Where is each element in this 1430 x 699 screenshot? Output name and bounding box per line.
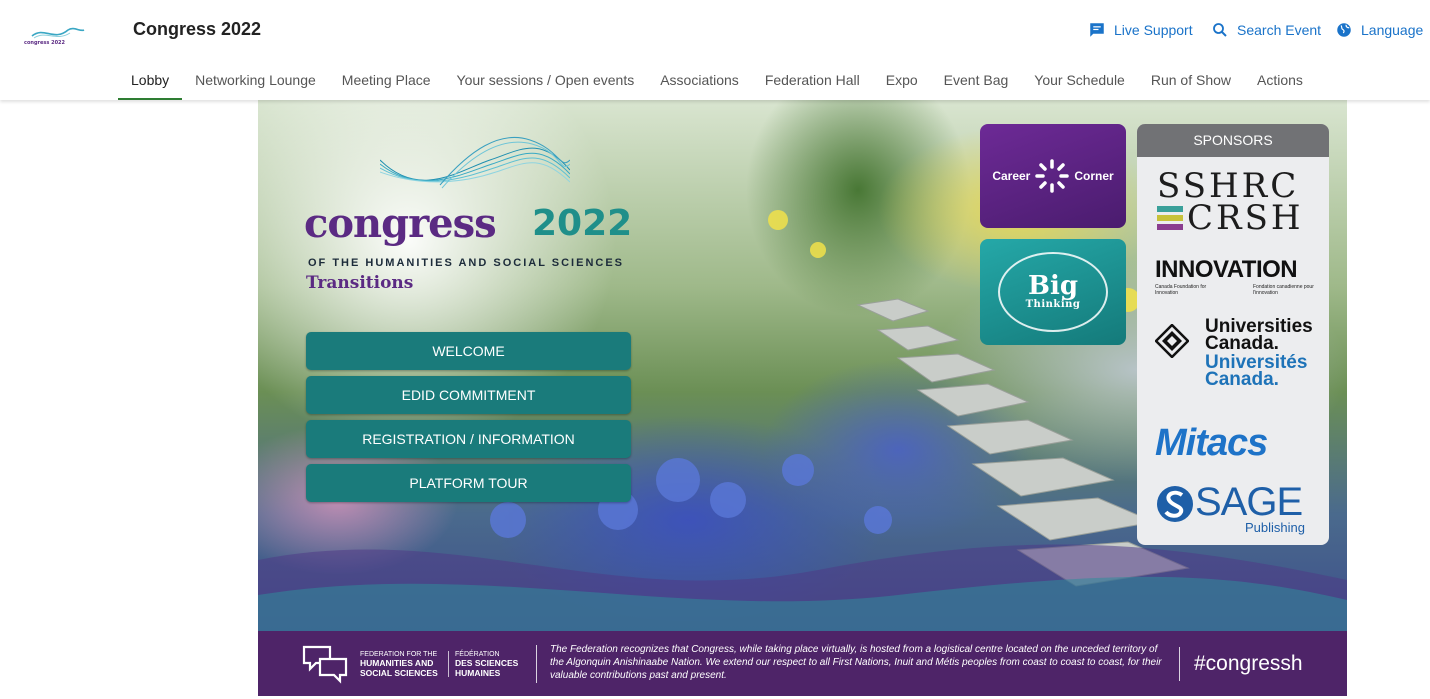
tab-run-of-show[interactable]: Run of Show (1138, 62, 1244, 100)
tab-your-sessions[interactable]: Your sessions / Open events (444, 62, 648, 100)
univ-fr-line2: Canada. (1205, 369, 1279, 390)
chat-icon (1090, 23, 1104, 37)
innovation-wordmark: INNOVATION (1155, 256, 1298, 283)
crsh-text: CRSH (1187, 198, 1304, 238)
tab-networking-lounge[interactable]: Networking Lounge (182, 62, 329, 100)
top-header: congress 2022 Congress 2022 Live Support… (0, 0, 1430, 100)
search-event-label: Search Event (1237, 22, 1322, 38)
federation-name-fr: FÉDÉRATION DES SCIENCES HUMAINES (455, 650, 518, 679)
logo-congress-word: congress (304, 200, 497, 247)
tab-associations[interactable]: Associations (647, 62, 752, 100)
fed-en-line1: FEDERATION FOR THE (360, 651, 438, 658)
sage-wordmark: SAGE (1195, 480, 1303, 524)
sponsor-mitacs[interactable]: Mitacs (1137, 408, 1329, 472)
tab-event-bag[interactable]: Event Bag (931, 62, 1022, 100)
land-acknowledgement: The Federation recognizes that Congress,… (550, 644, 1162, 681)
logo-mini-text: congress 2022 (24, 40, 66, 46)
tab-actions[interactable]: Actions (1244, 62, 1316, 100)
congress-logo-icon[interactable]: congress 2022 (22, 24, 92, 50)
corner-label: Corner (1074, 169, 1114, 183)
search-event-button[interactable]: Search Event (1211, 20, 1321, 40)
edid-commitment-button[interactable]: EDID COMMITMENT (306, 376, 631, 414)
tab-lobby[interactable]: Lobby (118, 62, 183, 100)
tab-your-schedule[interactable]: Your Schedule (1021, 62, 1138, 100)
logo-subtitle: OF THE HUMANITIES AND SOCIAL SCIENCES (308, 257, 625, 269)
tab-federation-hall[interactable]: Federation Hall (752, 62, 873, 100)
fed-fr-line1: FÉDÉRATION (455, 651, 500, 658)
sponsors-title: SPONSORS (1137, 124, 1329, 157)
sage-s-icon (1157, 486, 1193, 522)
sponsor-innovation[interactable]: INNOVATION Canada Foundation for Innovat… (1137, 256, 1329, 298)
career-star-icon (1035, 159, 1070, 193)
divider (536, 645, 537, 683)
federation-banner: FEDERATION FOR THE HUMANITIES AND SOCIAL… (258, 631, 1347, 696)
innovation-subtext: Canada Foundation for Innovation Fondati… (1155, 284, 1315, 296)
fed-en-line2: HUMANITIES AND (360, 658, 434, 668)
divider (448, 651, 449, 677)
sponsor-sshrc[interactable]: SSHRC CRSH (1137, 166, 1329, 238)
career-label: Career (992, 169, 1031, 183)
registration-information-button[interactable]: REGISTRATION / INFORMATION (306, 420, 631, 458)
federation-chat-icon (302, 645, 348, 684)
big-thinking-logo: Big Thinking (1026, 273, 1081, 311)
sponsor-sage[interactable]: SAGE Publishing (1137, 480, 1329, 540)
sage-publishing: Publishing (1245, 520, 1305, 535)
logo-year: 2022 (532, 203, 633, 244)
main-nav: Lobby Networking Lounge Meeting Place Yo… (118, 62, 1316, 100)
mitacs-wordmark: Mitacs (1155, 422, 1268, 464)
search-icon (1213, 23, 1227, 37)
univ-en-line2: Canada. (1205, 333, 1279, 354)
live-support-button[interactable]: Live Support (1088, 20, 1193, 40)
language-button[interactable]: Language (1335, 20, 1423, 40)
tab-meeting-place[interactable]: Meeting Place (329, 62, 444, 100)
fed-en-line3: SOCIAL SCIENCES (360, 668, 438, 678)
fed-fr-line3: HUMAINES (455, 668, 501, 678)
career-corner-tile[interactable]: Career Corner (980, 124, 1126, 228)
tab-expo[interactable]: Expo (873, 62, 931, 100)
innovation-en: Canada Foundation for Innovation (1155, 284, 1207, 296)
welcome-button[interactable]: WELCOME (306, 332, 631, 370)
big-label: Big (1027, 271, 1079, 301)
innovation-fr: Fondation canadienne pour l'innovation (1253, 284, 1314, 296)
sponsor-universities-canada[interactable]: Universities Canada. Universités Canada. (1137, 317, 1329, 394)
globe-icon (1337, 23, 1351, 37)
universities-en: Universities Canada. (1205, 317, 1313, 354)
universities-diamond-icon (1155, 324, 1189, 358)
lobby-stage: congress 2022 OF THE HUMANITIES AND SOCI… (258, 100, 1347, 631)
language-label: Language (1361, 22, 1424, 38)
congress-2022-logo: congress 2022 OF THE HUMANITIES AND SOCI… (304, 130, 634, 300)
federation-name-en: FEDERATION FOR THE HUMANITIES AND SOCIAL… (360, 650, 438, 679)
thinking-label: Thinking (1025, 299, 1081, 310)
divider (1179, 647, 1180, 681)
sponsors-panel: SPONSORS SSHRC CRSH INNOVATION Canada Fo… (1137, 124, 1329, 545)
sshrc-bars (1157, 206, 1183, 233)
fed-fr-line2: DES SCIENCES (455, 658, 519, 668)
hashtag: #congressh (1194, 652, 1303, 675)
live-support-label: Live Support (1114, 22, 1193, 38)
big-thinking-tile[interactable]: Big Thinking (980, 239, 1126, 345)
app-title: Congress 2022 (133, 19, 262, 39)
logo-theme: Transitions (306, 273, 414, 293)
platform-tour-button[interactable]: PLATFORM TOUR (306, 464, 631, 502)
universities-fr: Universités Canada. (1205, 353, 1307, 390)
ribbon-graphic (380, 136, 570, 189)
